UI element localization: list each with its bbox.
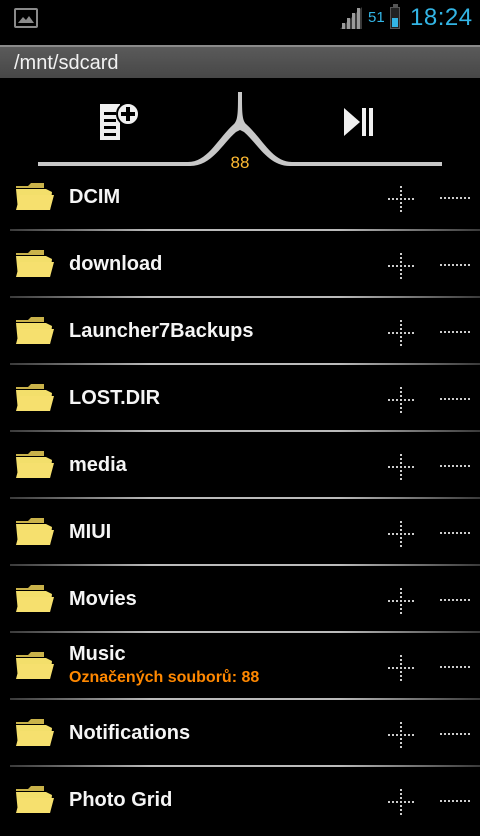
item-name: Photo Grid <box>69 789 173 811</box>
file-list: DCIM download Launcher7Backups LOST.DIR … <box>0 166 480 836</box>
battery-icon <box>390 4 400 29</box>
item-name: DCIM <box>69 186 121 208</box>
select-handle-icon[interactable] <box>388 521 414 547</box>
toolbar: 88 <box>0 80 480 180</box>
list-item[interactable]: LOST.DIR <box>0 367 480 434</box>
drag-handle-icon[interactable] <box>440 531 470 535</box>
select-handle-icon[interactable] <box>388 722 414 748</box>
item-name: Movies <box>69 588 137 610</box>
folder-icon <box>16 652 54 679</box>
drag-handle-icon[interactable] <box>440 196 470 200</box>
folder-icon <box>16 317 54 344</box>
list-item[interactable]: Movies <box>0 568 480 635</box>
selected-files-count: Označených souborů: 88 <box>69 669 260 686</box>
folder-icon <box>16 585 54 612</box>
select-handle-icon[interactable] <box>388 655 414 681</box>
select-handle-icon[interactable] <box>388 253 414 279</box>
list-item[interactable]: download <box>0 233 480 300</box>
drag-handle-icon[interactable] <box>440 397 470 401</box>
gallery-notification-icon <box>14 8 38 28</box>
drag-handle-icon[interactable] <box>440 665 470 669</box>
folder-icon <box>16 786 54 813</box>
folder-icon <box>16 183 54 210</box>
item-name: Notifications <box>69 722 191 744</box>
select-handle-icon[interactable] <box>388 186 414 212</box>
item-name: LOST.DIR <box>69 387 161 409</box>
list-item[interactable]: Launcher7Backups <box>0 300 480 367</box>
drag-handle-icon[interactable] <box>440 464 470 468</box>
folder-icon <box>16 384 54 411</box>
folder-icon <box>16 518 54 545</box>
drag-handle-icon[interactable] <box>440 330 470 334</box>
list-item[interactable]: MIUI <box>0 501 480 568</box>
list-item[interactable]: Music Označených souborů: 88 <box>0 635 480 702</box>
folder-icon <box>16 250 54 277</box>
folder-icon <box>16 451 54 478</box>
select-handle-icon[interactable] <box>388 454 414 480</box>
clock: 18:24 <box>410 4 473 31</box>
item-name: media <box>69 454 127 476</box>
drag-handle-icon[interactable] <box>440 732 470 736</box>
list-item[interactable]: media <box>0 434 480 501</box>
select-handle-icon[interactable] <box>388 320 414 346</box>
signal-icon <box>340 7 362 29</box>
item-name: download <box>69 253 163 275</box>
item-name: MIUI <box>69 521 112 543</box>
play-pause-icon[interactable] <box>340 104 376 140</box>
item-name: Launcher7Backups <box>69 320 254 342</box>
drag-handle-icon[interactable] <box>440 263 470 267</box>
select-handle-icon[interactable] <box>388 387 414 413</box>
drag-handle-icon[interactable] <box>440 598 470 602</box>
select-handle-icon[interactable] <box>388 588 414 614</box>
list-item[interactable]: Photo Grid <box>0 769 480 836</box>
folder-icon <box>16 719 54 746</box>
item-name: Music <box>69 643 126 665</box>
current-path: /mnt/sdcard <box>14 52 119 74</box>
status-bar: 51 18:24 <box>0 0 480 38</box>
list-item[interactable]: DCIM <box>0 166 480 233</box>
path-bar[interactable]: /mnt/sdcard <box>0 45 480 78</box>
new-file-icon[interactable] <box>96 98 142 144</box>
select-handle-icon[interactable] <box>388 789 414 815</box>
battery-level: 51 <box>368 9 385 26</box>
list-item[interactable]: Notifications <box>0 702 480 769</box>
